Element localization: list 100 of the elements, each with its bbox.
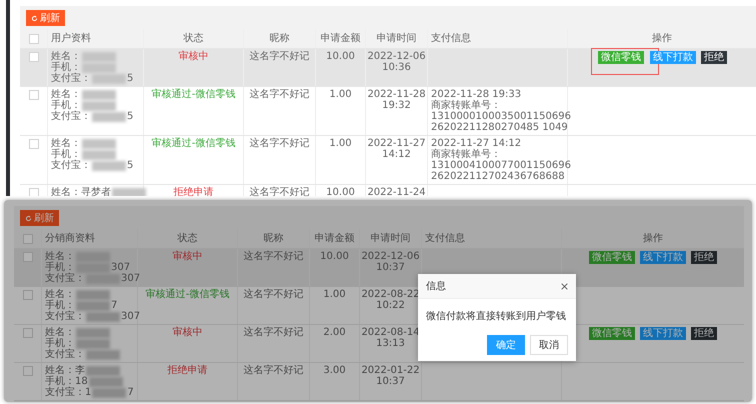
column-header: 支付信息 (425, 233, 465, 244)
time-text: 10:37 (376, 376, 405, 387)
time-text: 10:37 (376, 262, 405, 273)
payment-text: 商家转账单号： (431, 100, 501, 111)
checkbox[interactable] (22, 366, 32, 376)
time-text: 2022-12-06 (361, 251, 420, 262)
blurred-redaction (86, 366, 120, 376)
info-label: 支付宝： (45, 273, 85, 284)
info-label: 姓名： (45, 327, 75, 338)
status-text: 审核通过-微信零钱 (152, 138, 236, 149)
table-row[interactable]: 姓名： 手机： 支付宝： 5 审核通过-微信零钱 这名字不好记 1.00 2022-11-28 19:32 2022-11-28 19:33 商家转账单号： 1310000100035001150696 26202211280270485 1049 (20, 87, 756, 136)
action-button[interactable]: 微信零钱 (598, 51, 644, 64)
info-label: 支付宝： (51, 73, 91, 84)
time-text: 2022-11-28 (367, 89, 426, 100)
checkbox[interactable] (28, 52, 38, 62)
checkbox[interactable] (22, 290, 32, 300)
status-text: 拒绝申请 (168, 365, 208, 376)
blurred-redaction (76, 328, 110, 338)
info-fragment: 5 (127, 160, 134, 171)
payment-text: 2022-11-28 19:33 (431, 89, 522, 100)
table-row[interactable]: 姓名： 手机： 支付宝： 5 审核中 这名字不好记 10.00 2022-12-06 10:36 微信零钱 线下打款 拒绝 (20, 49, 756, 87)
info-fragment: 5 (127, 111, 134, 122)
column-header: 申请时间 (370, 233, 410, 244)
dialog-message: 微信付款将直接转账到用户零钱 (426, 311, 566, 322)
column-header: 状态 (184, 33, 204, 44)
action-button[interactable]: 拒绝 (701, 51, 727, 64)
amount-text: 10.00 (326, 187, 355, 196)
info-label: 手机： (45, 262, 75, 273)
nickname-text: 这名字不好记 (250, 138, 310, 149)
status-text: 审核中 (172, 327, 202, 338)
info-label: 姓名：李 (45, 365, 85, 376)
blurred-redaction (86, 350, 120, 360)
column-header: 申请金额 (320, 33, 360, 44)
action-button[interactable]: 线下打款 (650, 51, 696, 64)
blurred-redaction (82, 100, 116, 110)
time-text: 10:36 (382, 62, 411, 73)
refresh-icon (31, 14, 38, 22)
nickname-text: 这名字不好记 (244, 289, 304, 300)
checkbox[interactable] (22, 234, 32, 244)
info-label: 手机： (51, 100, 81, 111)
action-button[interactable]: 微信零钱 (589, 251, 635, 264)
checkbox[interactable] (28, 139, 38, 149)
checkbox[interactable] (28, 90, 38, 100)
time-text: 2022-11-27 (367, 138, 426, 149)
amount-text: 1.00 (329, 89, 352, 100)
amount-text: 1.00 (329, 138, 352, 149)
amount-text: 10.00 (326, 51, 355, 62)
refresh-button[interactable]: 刷新 (20, 210, 59, 226)
payment-text: 2022-11-27 14:12 (431, 138, 522, 149)
time-text: 19:32 (382, 100, 411, 111)
status-text: 审核中 (178, 51, 208, 62)
blurred-redaction (92, 160, 126, 170)
info-fragment: 5 (127, 73, 134, 84)
close-icon[interactable] (561, 282, 568, 290)
nickname-text: 这名字不好记 (244, 365, 304, 376)
column-header: 分销商资料 (45, 233, 95, 244)
checkbox[interactable] (28, 188, 38, 196)
action-button[interactable]: 线下打款 (640, 251, 686, 264)
column-header: 用户资料 (51, 33, 91, 44)
action-button[interactable]: 拒绝 (691, 327, 717, 340)
cancel-button[interactable]: 取消 (530, 335, 568, 355)
info-label: 姓名： (51, 51, 81, 62)
payment-text: 26202211280270485 1049 (431, 122, 568, 133)
checkbox[interactable] (22, 252, 32, 262)
column-header: 申请金额 (314, 233, 354, 244)
blurred-redaction (82, 150, 116, 160)
blurred-redaction (92, 388, 126, 398)
nickname-text: 这名字不好记 (244, 327, 304, 338)
info-fragment: 307 (121, 311, 140, 322)
info-label: 支付宝： (51, 160, 91, 171)
column-header: 操作 (652, 33, 672, 44)
checkbox[interactable] (28, 34, 38, 44)
action-button[interactable]: 线下打款 (640, 327, 686, 340)
blurred-redaction (82, 138, 116, 148)
info-label: 姓名： (51, 89, 81, 100)
action-button[interactable]: 微信零钱 (589, 327, 635, 340)
confirm-button[interactable]: 确定 (487, 335, 525, 355)
info-label: 支付宝：1 (45, 387, 92, 398)
action-button[interactable]: 拒绝 (691, 251, 717, 264)
time-text: 14:12 (382, 149, 411, 160)
info-label: 姓名： (51, 138, 81, 149)
blurred-redaction (82, 90, 116, 100)
checkbox[interactable] (22, 328, 32, 338)
column-header: 状态 (178, 233, 198, 244)
column-header: 操作 (643, 233, 663, 244)
info-fragment: 307 (111, 262, 130, 273)
column-header: 昵称 (270, 33, 290, 44)
blurred-redaction (112, 188, 146, 196)
info-fragment: 7 (127, 387, 134, 398)
table-row[interactable]: 姓名： 手机： 支付宝： 5 审核通过-微信零钱 这名字不好记 1.00 2022-11-27 14:12 2022-11-27 14:12 商家转账单号： 1310004100077001150696 262022112702436768688 (20, 136, 756, 185)
amount-text: 1.00 (323, 289, 346, 300)
nickname-text: 这名字不好记 (250, 51, 310, 62)
payment-text: 商家转账单号： (431, 149, 501, 160)
info-fragment: 7 (111, 300, 118, 311)
table-row[interactable]: 姓名：李 手机：18 支付宝：1 7 拒绝申请 这名字不好记 3.00 2022-01-22 10:37 (14, 363, 744, 401)
payment-text: 1310004100077001150696 (431, 160, 571, 171)
amount-text: 3.00 (323, 365, 346, 376)
refresh-button[interactable]: 刷新 (26, 10, 65, 26)
amount-text: 2.00 (323, 327, 346, 338)
blurred-redaction (82, 52, 116, 62)
